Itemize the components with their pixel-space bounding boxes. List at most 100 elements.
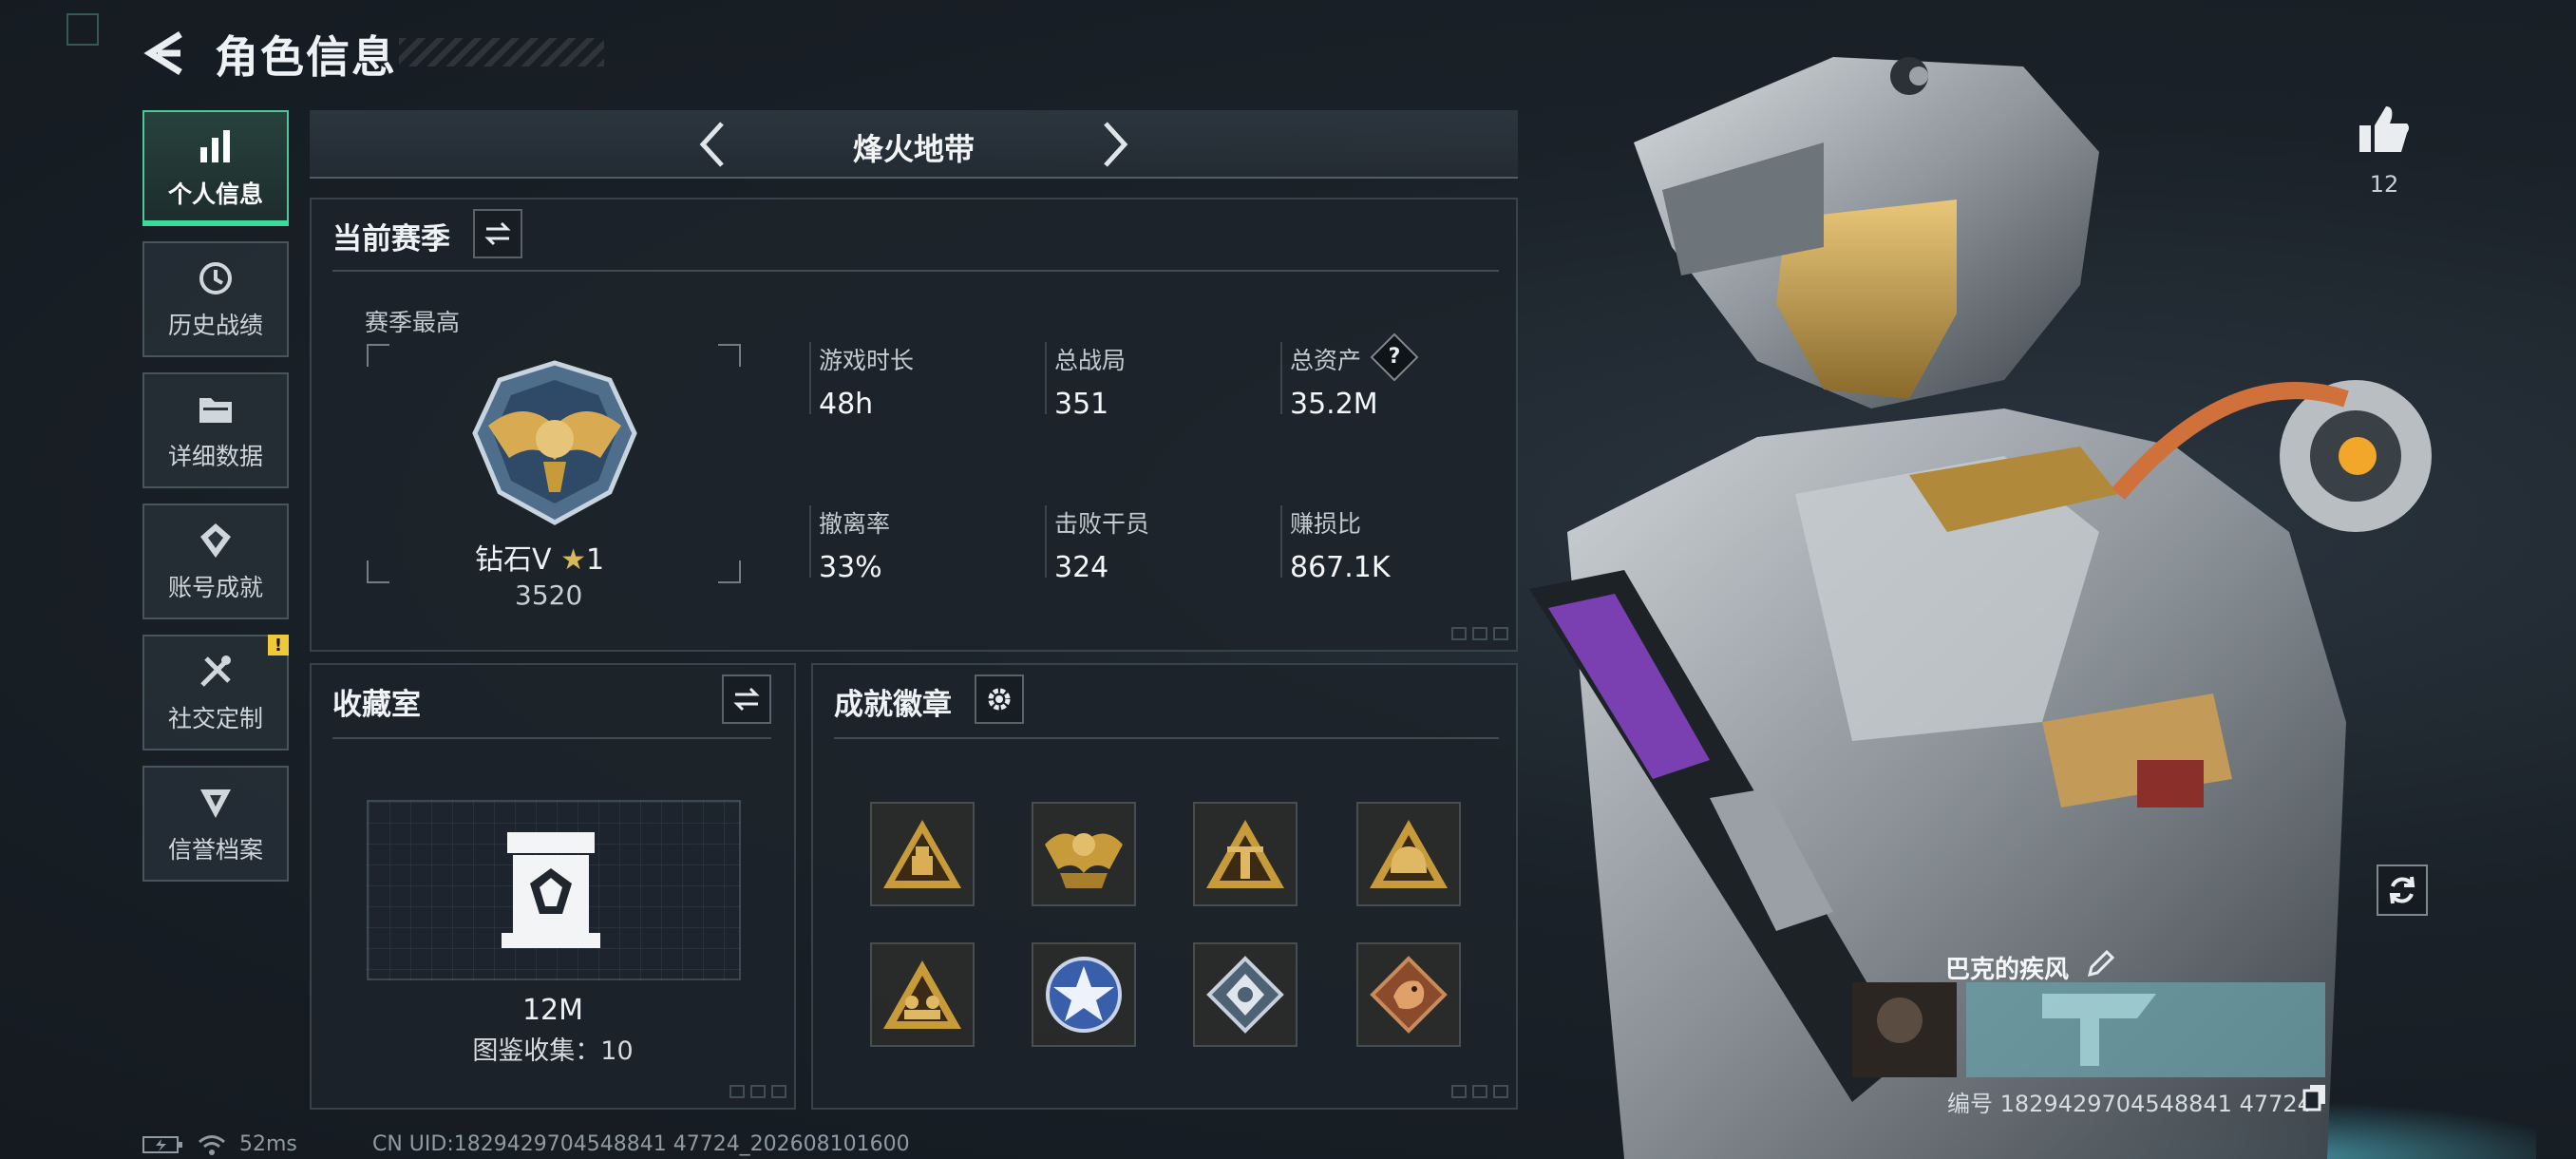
- edit-name-button[interactable]: [2086, 948, 2116, 982]
- stat-play-time-value: 48h: [819, 388, 874, 421]
- switch-collection-button[interactable]: [722, 674, 771, 724]
- rank-name: 钻石V: [475, 543, 552, 577]
- sidebar-item-credit-record[interactable]: 信誉档案: [142, 766, 289, 882]
- back-button[interactable]: [142, 28, 186, 78]
- back-arrow-icon: [143, 31, 182, 75]
- stat-separator: [1280, 342, 1282, 414]
- collection-value: 12M: [521, 994, 584, 1027]
- sidebar-item-detailed-data[interactable]: 详细数据: [142, 372, 289, 488]
- stat-separator: [809, 342, 811, 414]
- medal-eagle-icon: [1045, 833, 1123, 888]
- medal-star-icon: [1046, 957, 1122, 1033]
- star-icon: ★: [560, 543, 586, 577]
- credit-icon: [195, 782, 237, 824]
- achievement-medal[interactable]: [1356, 942, 1461, 1047]
- mode-selector: 烽火地带: [310, 110, 1518, 179]
- status-bar: 52ms: [142, 1132, 297, 1156]
- stat-separator: [1045, 342, 1047, 414]
- avatar[interactable]: [1936, 984, 2023, 1075]
- rank-stars: 1: [585, 543, 605, 577]
- stat-separator: [1045, 505, 1047, 578]
- medal-squad-icon: [883, 960, 961, 1029]
- stat-total-assets-value: 35.2M: [1290, 388, 1378, 421]
- title-decoration: [399, 38, 604, 66]
- stat-extract-rate-value: 33%: [819, 551, 882, 584]
- stat-kills-value: 324: [1054, 551, 1109, 584]
- sidebar-item-social-custom[interactable]: 社交定制 !: [142, 635, 289, 750]
- collection-title: 收藏室: [332, 688, 421, 722]
- nameplate-banner[interactable]: [2035, 984, 2428, 1075]
- like-button[interactable]: [2358, 103, 2411, 156]
- swap-icon: [484, 221, 511, 246]
- next-mode-button[interactable]: [1092, 120, 1140, 169]
- achievement-medal[interactable]: [1193, 802, 1297, 906]
- refresh-icon: [2389, 876, 2415, 904]
- panel-decoration: [729, 1085, 786, 1098]
- uid-text: CN UID:1829429704548841 47724_2026081016…: [372, 1132, 910, 1156]
- achievements-title: 成就徽章: [834, 688, 952, 722]
- wifi-icon: [199, 1134, 225, 1155]
- sidebar-item-achievements[interactable]: 账号成就: [142, 504, 289, 619]
- sidebar-item-personal-info[interactable]: 个人信息: [142, 110, 289, 226]
- page-title: 角色信息: [215, 31, 397, 83]
- sidebar-item-label: 信誉档案: [167, 836, 263, 864]
- achievement-medal[interactable]: [1193, 942, 1297, 1047]
- rank-emblem-icon: [472, 360, 637, 525]
- stat-extract-rate-label: 撤离率: [819, 510, 891, 538]
- medal-helmet-icon: [1370, 820, 1448, 888]
- stat-profit-ratio-value: 867.1K: [1290, 551, 1391, 584]
- rank-score: 3520: [515, 580, 583, 611]
- achievement-medal[interactable]: [870, 802, 975, 906]
- achievement-icon: [195, 520, 237, 561]
- battery-icon: [142, 1135, 182, 1153]
- tools-icon: [195, 651, 237, 693]
- sidebar-item-label: 个人信息: [167, 180, 263, 208]
- rotate-character-button[interactable]: [2377, 864, 2428, 916]
- stat-separator: [809, 505, 811, 578]
- alert-badge: !: [268, 635, 289, 656]
- corner-decoration: [66, 13, 99, 46]
- achievement-settings-button[interactable]: [975, 674, 1024, 724]
- gear-icon: [988, 688, 1011, 711]
- stat-total-matches-value: 351: [1054, 388, 1109, 421]
- stat-profit-ratio-label: 赚损比: [1290, 510, 1362, 538]
- like-count: 12: [2369, 171, 2399, 198]
- thumbs-up-icon: [2359, 106, 2409, 152]
- history-icon: [195, 257, 237, 299]
- sidebar-item-label: 社交定制: [167, 705, 263, 732]
- season-title: 当前赛季: [332, 222, 450, 256]
- achievement-medal[interactable]: [870, 942, 975, 1047]
- switch-season-button[interactable]: [473, 209, 522, 258]
- season-best-label: 赛季最高: [365, 309, 461, 336]
- achievement-medal[interactable]: [1032, 802, 1136, 906]
- medal-tower-icon: [1206, 820, 1284, 888]
- panel-decoration: [1451, 627, 1508, 640]
- medal-dragon-icon: [1370, 956, 1448, 1034]
- player-id: 编号 1829429704548841 47724: [1947, 1091, 2312, 1117]
- stat-kills-label: 击败干员: [1054, 510, 1150, 538]
- copy-id-button[interactable]: [2302, 1083, 2327, 1115]
- stat-total-assets-label: 总资产: [1290, 347, 1362, 374]
- sidebar-item-history[interactable]: 历史战绩: [142, 241, 289, 357]
- panel-decoration: [1451, 1085, 1508, 1098]
- help-icon[interactable]: ?: [1377, 340, 1411, 374]
- copy-icon: [2302, 1085, 2325, 1112]
- swap-icon: [733, 687, 760, 712]
- medal-supply-icon: [883, 820, 961, 888]
- stat-separator: [1280, 505, 1282, 578]
- sidebar-item-label: 账号成就: [167, 574, 263, 601]
- divider: [332, 737, 771, 739]
- sidebar-item-label: 详细数据: [167, 443, 263, 470]
- achievement-medal[interactable]: [1356, 802, 1461, 906]
- rank-title: 钻石V ★1: [475, 536, 604, 578]
- medal-diamond-icon: [1206, 956, 1284, 1034]
- achievement-medal[interactable]: [1032, 942, 1136, 1047]
- sidebar-item-label: 历史战绩: [167, 312, 263, 339]
- collection-count: 图鉴收集：10: [472, 1036, 634, 1066]
- divider: [834, 737, 1499, 739]
- pencil-icon: [2087, 949, 2115, 978]
- stat-play-time-label: 游戏时长: [819, 347, 915, 374]
- vault-icon: [502, 832, 600, 948]
- chevron-right-icon: [1104, 122, 1128, 167]
- player-name: 巴克的疾风: [1945, 956, 2070, 984]
